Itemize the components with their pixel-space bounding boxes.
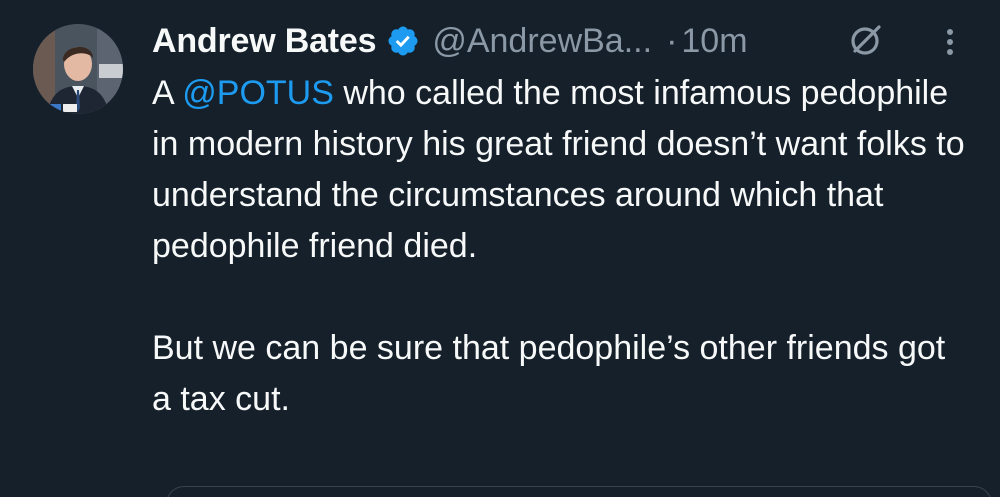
author-display-name[interactable]: Andrew Bates (152, 22, 377, 61)
tweet-header: Andrew Bates @AndrewBa... · 10m (152, 18, 748, 64)
embedded-card[interactable] (166, 486, 992, 497)
tweet-paragraph-2: But we can be sure that pedophile’s othe… (152, 329, 946, 418)
separator-dot: · (666, 21, 678, 60)
tweet-timestamp[interactable]: 10m (681, 22, 747, 61)
avatar[interactable] (33, 24, 123, 114)
tweet-text: A @POTUS who called the most infamous pe… (152, 68, 972, 425)
grok-icon[interactable] (846, 20, 886, 60)
mention-link[interactable]: @POTUS (182, 74, 334, 112)
author-handle[interactable]: @AndrewBa... (432, 22, 652, 61)
text-prefix: A (152, 74, 183, 112)
tweet[interactable]: Andrew Bates @AndrewBa... · 10m A @POTUS… (0, 0, 1000, 497)
more-options-icon[interactable] (936, 22, 964, 62)
avatar-image (33, 24, 123, 114)
tweet-paragraph-1: A @POTUS who called the most infamous pe… (152, 68, 972, 272)
verified-badge-icon[interactable] (386, 24, 420, 58)
